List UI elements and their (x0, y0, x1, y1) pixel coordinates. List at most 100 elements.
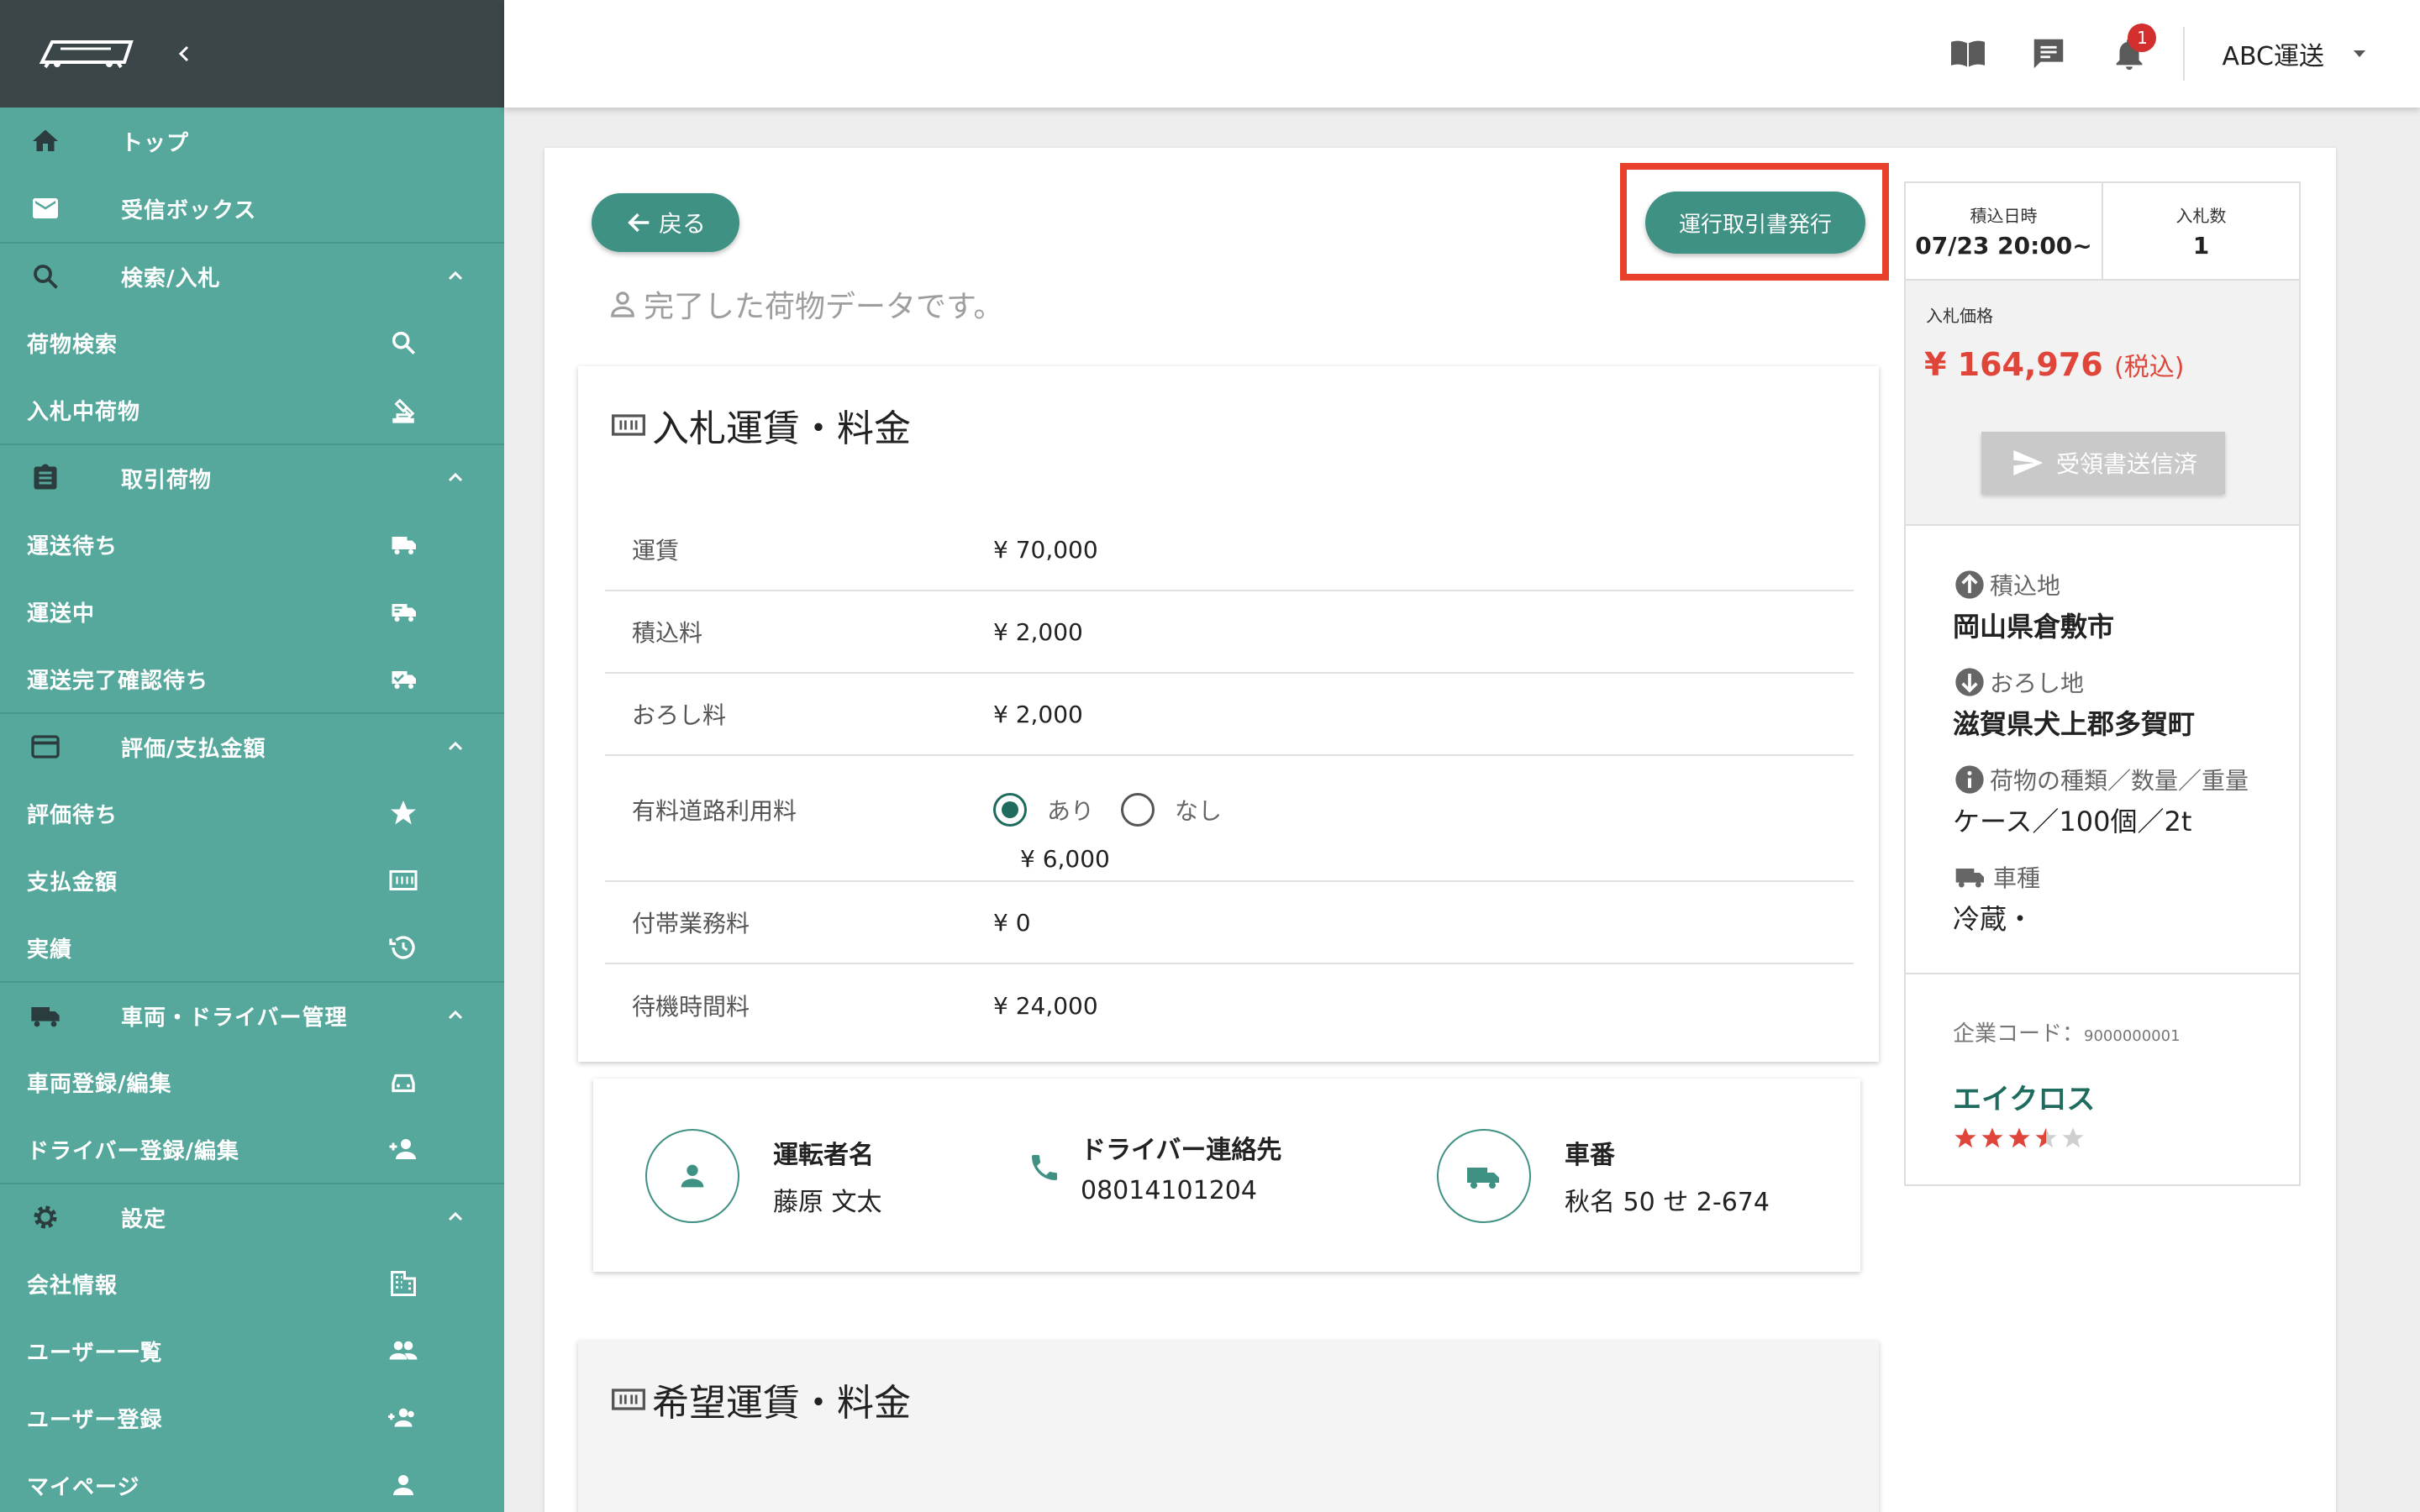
chevron-up-icon[interactable] (440, 732, 471, 762)
search-icon (29, 260, 62, 293)
loading-datetime: 07/23 20:00~ (1915, 232, 2092, 260)
sidebar-item-label: ドライバー登録/編集 (27, 1138, 239, 1164)
toll-no-label[interactable]: なし (1175, 793, 1222, 827)
sidebar-item-my-page[interactable]: マイページ (0, 1452, 504, 1512)
table-row: 積込料 ¥ 2,000 (605, 591, 1854, 674)
toll-yes-label[interactable]: あり (1047, 793, 1094, 827)
sidebar-item-awaiting-transport[interactable]: 運送待ち (0, 511, 504, 578)
vehicle-label-row: 車種 (1953, 858, 2299, 895)
send-icon (2013, 450, 2044, 475)
fare-label: 付帯業務料 (632, 910, 750, 937)
sidebar-section-vehicle-driver[interactable]: 車両・ドライバー管理 (0, 981, 504, 1048)
fare-label: 積込料 (632, 619, 703, 647)
issue-transport-document-button[interactable]: 運行取引書発行 (1645, 192, 1865, 254)
sidebar-item-label: 設定 (121, 1206, 167, 1232)
truck-icon (1955, 869, 1984, 888)
sidebar-item-label: トップ (121, 130, 190, 156)
sidebar-item-label: 会社情報 (27, 1273, 118, 1299)
bid-fare-title-text: 入札運賃・料金 (652, 407, 911, 450)
sidebar-item-top[interactable]: トップ (0, 108, 504, 175)
company-section: 企業コード：9000000001 エイクロス (1906, 974, 2299, 1184)
plate-label: 車番 (1565, 1141, 1615, 1170)
sidebar-section-settings[interactable]: 設定 (0, 1183, 504, 1250)
sidebar-item-awaiting-rating[interactable]: 評価待ち (0, 780, 504, 847)
cargo-details: 積込地 岡山県倉敷市 おろし地 滋賀県犬上郡多賀町 荷物の種類／数量／重量 ケー… (1906, 526, 2299, 974)
cargo-label-row: 荷物の種類／数量／重量 (1953, 761, 2299, 798)
vehicle-plate-block: 車番 秋名 50 せ 2-674 (1437, 1129, 1770, 1223)
sidebar-item-awaiting-completion[interactable]: 運送完了確認待ち (0, 645, 504, 712)
company-code-value: 9000000001 (2084, 1027, 2181, 1045)
star-icon (1981, 1127, 2003, 1148)
toll-no-radio[interactable] (1121, 793, 1155, 827)
sidebar-item-driver-edit[interactable]: ドライバー登録/編集 (0, 1116, 504, 1183)
desired-fare-title-text: 希望運賃・料金 (652, 1382, 911, 1425)
sidebar-item-label: マイページ (27, 1474, 140, 1500)
chevron-up-icon[interactable] (440, 1000, 471, 1031)
fare-table: 運賃 ¥ 70,000 積込料 ¥ 2,000 おろし料 ¥ 2,000 有料道… (605, 509, 1854, 1047)
sidebar-item-inbox[interactable]: 受信ボックス (0, 175, 504, 242)
sidebar-item-bidding-cargo[interactable]: 入札中荷物 (0, 376, 504, 444)
driver-name-label: 運転者名 (773, 1141, 874, 1170)
chevron-up-icon[interactable] (440, 463, 471, 493)
truck-check-icon (385, 660, 422, 697)
sidebar-section-rating-payment[interactable]: 評価/支払金額 (0, 712, 504, 780)
sidebar-item-label: 支払金額 (27, 869, 118, 895)
truck-icon (1437, 1129, 1531, 1223)
sidebar-item-vehicle-edit[interactable]: 車両登録/編集 (0, 1048, 504, 1116)
bid-price-label: 入札価格 (1926, 306, 1993, 326)
chat-icon[interactable] (2023, 29, 2074, 79)
company-name-link[interactable]: エイクロス (1953, 1076, 2299, 1117)
sidebar-item-user-register[interactable]: ユーザー登録 (0, 1384, 504, 1452)
manual-book-icon[interactable] (1943, 29, 1993, 79)
phone-icon (1023, 1151, 1065, 1184)
star-icon (2035, 1127, 2057, 1148)
sidebar-item-payment-amount[interactable]: 支払金額 (0, 847, 504, 914)
home-icon (29, 124, 62, 158)
sidebar-item-user-list[interactable]: ユーザー一覧 (0, 1317, 504, 1384)
money-icon (612, 1389, 645, 1410)
sidebar-item-label: 評価/支払金額 (121, 736, 266, 762)
bid-price: ¥ 164,976 (税込) (1924, 346, 2184, 383)
summary-top: 積込日時 07/23 20:00~ 入札数 1 (1906, 183, 2299, 281)
back-button[interactable]: 戻る (592, 193, 739, 252)
desired-fare-panel: 希望運賃・料金 (578, 1341, 1879, 1512)
caret-down-icon[interactable] (2349, 44, 2370, 64)
toll-yes-radio[interactable] (993, 793, 1027, 827)
bell-icon[interactable]: 1 (2104, 24, 2157, 79)
sidebar-section-deals[interactable]: 取引荷物 (0, 444, 504, 511)
company-name[interactable]: ABC運送 (2222, 35, 2324, 72)
bid-fare-panel: 入札運賃・料金 運賃 ¥ 70,000 積込料 ¥ 2,000 おろし料 ¥ 2… (578, 366, 1879, 1062)
table-row: 付帯業務料 ¥ 0 (605, 882, 1854, 964)
logo-icon[interactable] (37, 37, 138, 71)
sidebar-item-cargo-search[interactable]: 荷物検索 (0, 309, 504, 376)
chevron-up-icon[interactable] (440, 1202, 471, 1232)
sidebar-item-performance[interactable]: 実績 (0, 914, 504, 981)
loading-datetime-cell: 積込日時 07/23 20:00~ (1906, 183, 2102, 279)
driver-contact-label: ドライバー連絡先 (1081, 1136, 1282, 1165)
fare-label: 有料道路利用料 (632, 797, 797, 825)
table-row: おろし料 ¥ 2,000 (605, 674, 1854, 756)
arrow-left-icon (628, 213, 650, 233)
sidebar-item-label: ユーザー登録 (27, 1407, 163, 1433)
bid-fare-title: 入札運賃・料金 (610, 398, 911, 452)
sidebar-item-in-transit[interactable]: 運送中 (0, 578, 504, 645)
bid-price-section: 入札価格 ¥ 164,976 (税込) 受領書送信済 (1906, 281, 2299, 526)
company-code-label: 企業コード： (1953, 1021, 2085, 1047)
sidebar-section-search-bid[interactable]: 検索/入札 (0, 242, 504, 309)
sidebar-item-company-info[interactable]: 会社情報 (0, 1250, 504, 1317)
fare-label: 待機時間料 (632, 993, 750, 1021)
cargo-label: 荷物の種類／数量／重量 (1990, 767, 2249, 795)
arrow-up-circle-icon (1955, 570, 1984, 599)
tax-note: (税込) (2113, 353, 2185, 382)
star-icon (1954, 1127, 1976, 1148)
sidebar-item-label: 受信ボックス (121, 197, 257, 223)
driver-contact: 08014101204 (1081, 1176, 1257, 1205)
group-add-icon (385, 1399, 422, 1436)
receipt-sent-button[interactable]: 受領書送信済 (1981, 432, 2225, 494)
sidebar-collapse-icon[interactable] (168, 37, 202, 71)
cargo-info: ケース／100個／2t (1953, 806, 2192, 837)
chevron-up-icon[interactable] (440, 261, 471, 291)
person-icon (645, 1129, 739, 1223)
money-icon (385, 862, 422, 899)
credit-card-icon (29, 730, 62, 764)
